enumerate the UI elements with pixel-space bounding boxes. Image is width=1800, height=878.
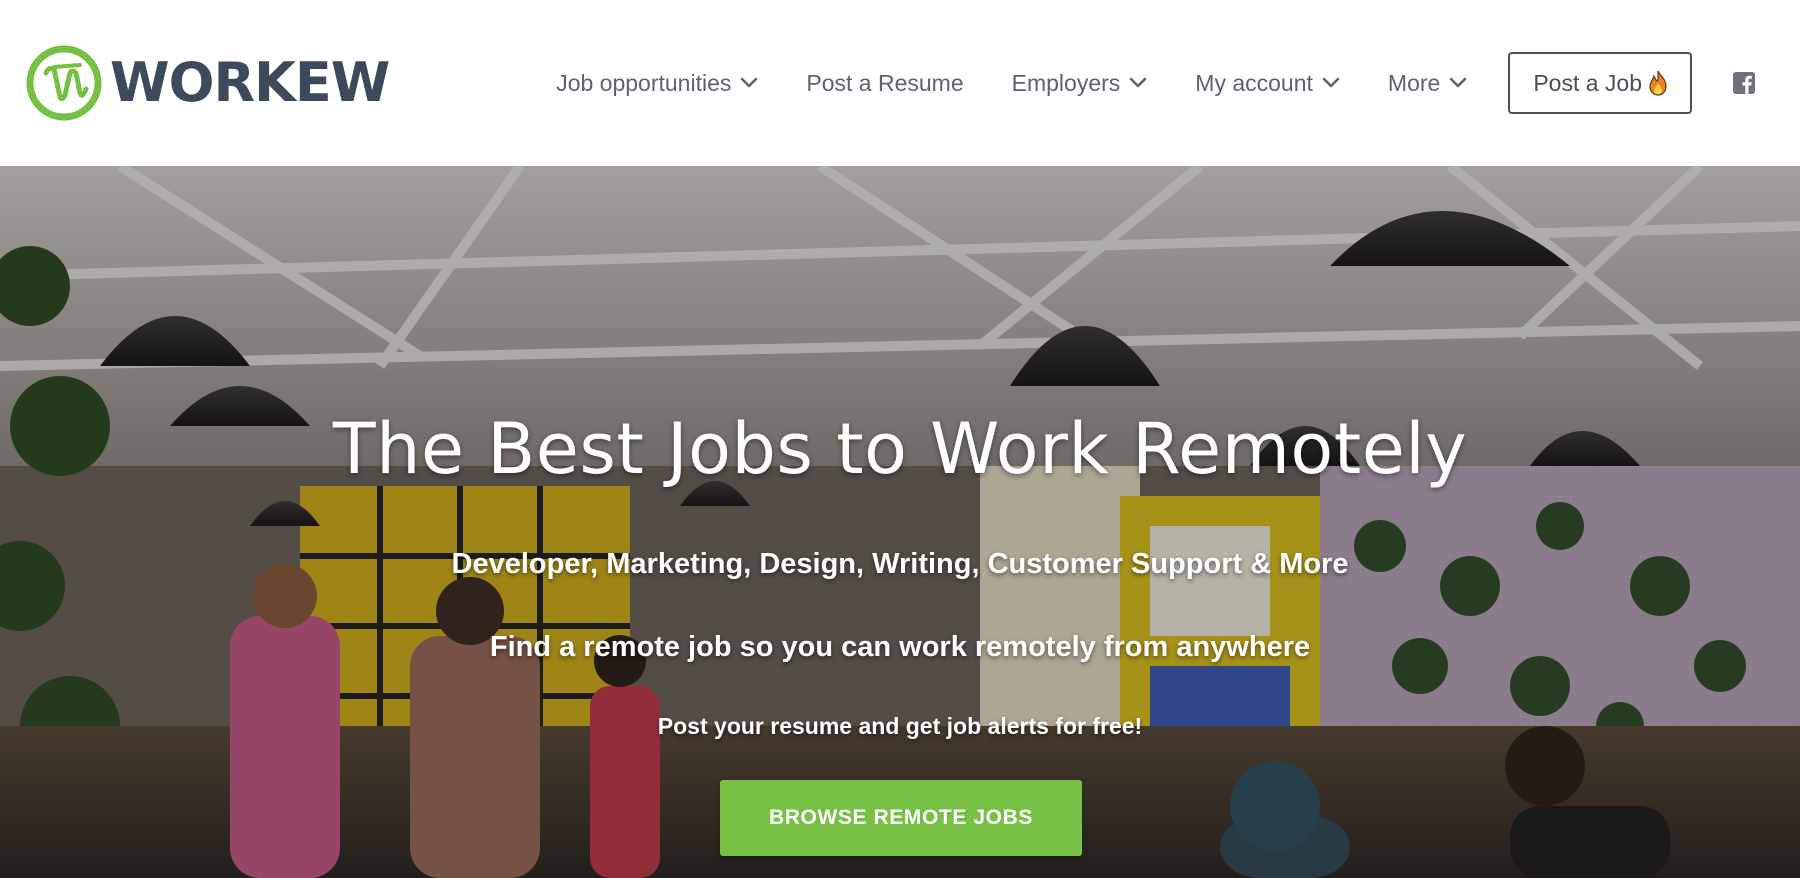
chevron-down-icon [1129,77,1147,88]
nav-item-label: More [1387,69,1441,96]
nav-item-label: Employers [1011,69,1121,96]
nav-item-label: Job opportunities [556,69,732,96]
facebook-icon[interactable] [1732,71,1756,95]
logo-wordmark: WORKEW [110,51,390,114]
hero-overlay [0,166,1800,878]
workew-logo-icon [26,45,102,121]
nav-item-employers[interactable]: Employers [1012,70,1148,97]
hero-title: The Best Jobs to Work Remotely [332,408,1468,490]
flame-icon [1649,70,1667,96]
browse-remote-jobs-button[interactable]: BROWSE REMOTE JOBS [720,780,1082,856]
post-a-job-button[interactable]: Post a Job [1508,52,1692,114]
nav-item-more[interactable]: More [1388,70,1467,97]
nav-item-post-a-resume[interactable]: Post a Resume [806,70,963,97]
hero-subtitle-anywhere: Find a remote job so you can work remote… [489,631,1311,663]
chevron-down-icon [1450,77,1467,88]
nav-item-job-opportunities[interactable]: Job opportunities [556,70,758,97]
hero-subtitle-categories: Developer, Marketing, Design, Writing, C… [451,548,1349,580]
nav-item-label: Post a Resume [806,69,964,96]
hero-subtitle-alerts: Post your resume and get job alerts for … [657,713,1143,739]
chevron-down-icon [741,77,758,88]
site-logo[interactable]: WORKEW [24,42,390,124]
nav-item-my-account[interactable]: My account [1195,70,1340,97]
site-header: WORKEW Job opportunities Post a Resume E… [0,0,1800,166]
nav-item-label: My account [1195,69,1313,96]
post-a-job-label: Post a Job [1533,69,1642,96]
hero-section: The Best Jobs to Work Remotely Developer… [0,166,1800,878]
main-nav: Job opportunities Post a Resume Employer… [556,52,1800,114]
chevron-down-icon [1322,77,1340,88]
